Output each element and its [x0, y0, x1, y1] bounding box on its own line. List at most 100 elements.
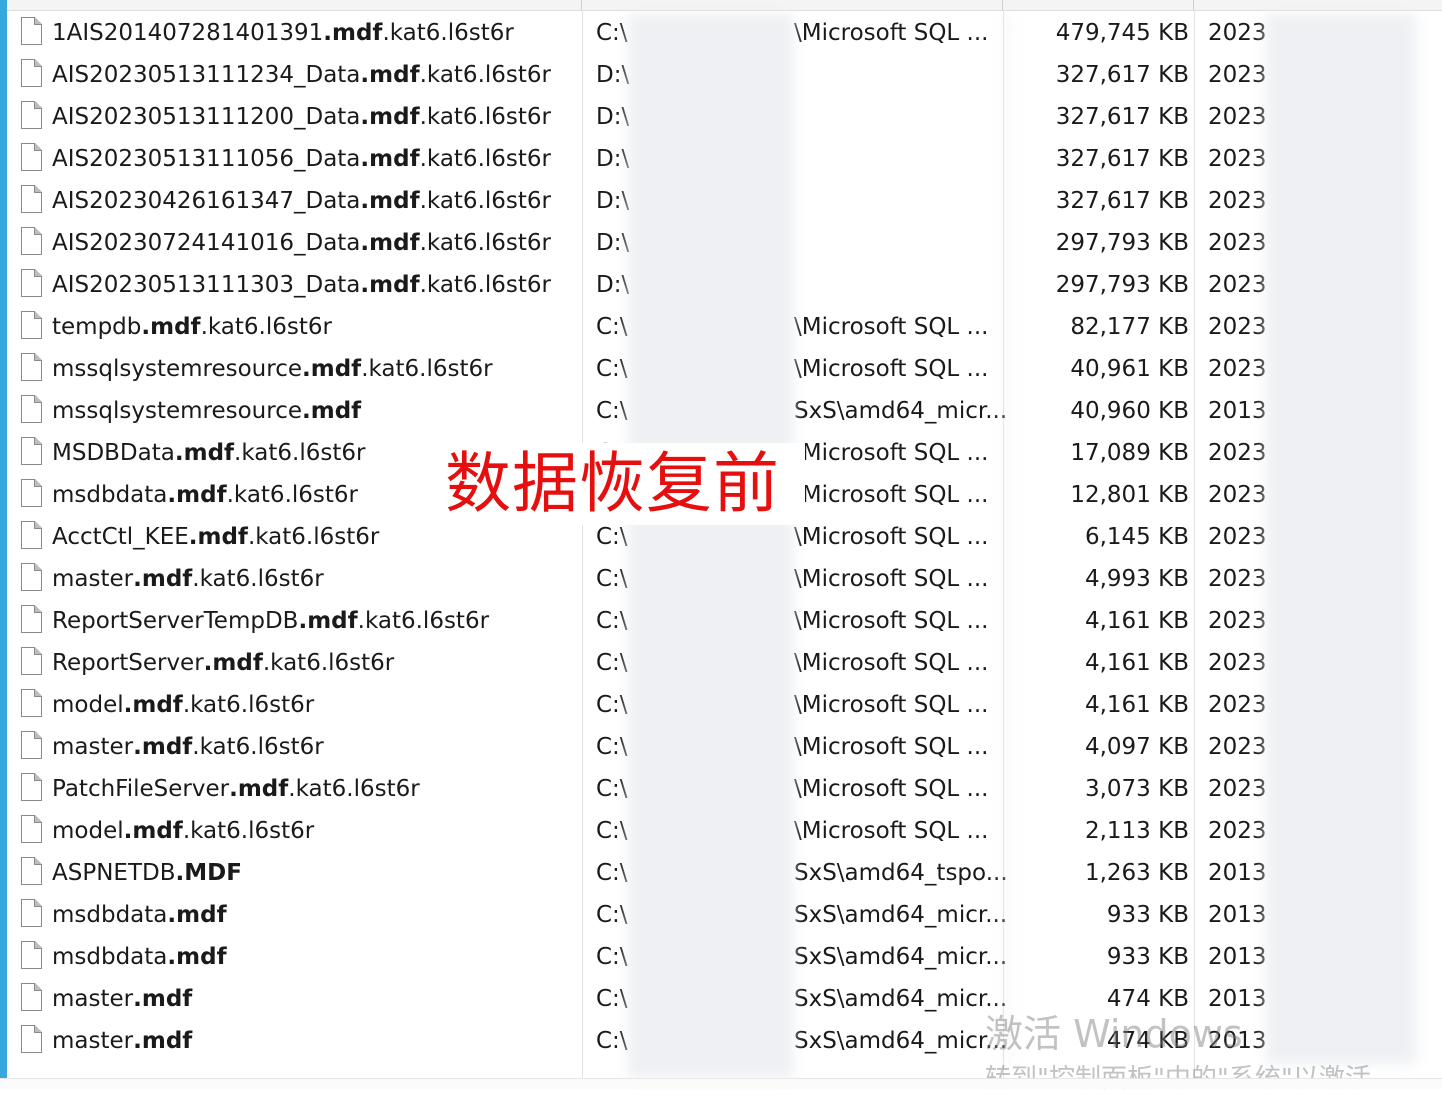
file-icon	[21, 605, 42, 633]
data-recovery-before-label: 数据恢复前	[445, 443, 805, 525]
file-name-base: ASPNETDB	[52, 860, 176, 886]
file-drive: D:\	[596, 272, 630, 298]
file-name: AIS20230513111234_Data.mdf.kat6.l6st6r	[52, 54, 551, 96]
file-folder-path: \Microsoft SQL ...	[794, 356, 989, 382]
file-drive: D:\	[596, 104, 630, 130]
file-name-extension: .mdf	[133, 566, 193, 592]
file-name-base: mssqlsystemresource	[52, 356, 302, 382]
file-name: 1AIS201407281401391.mdf.kat6.l6st6r	[52, 12, 514, 54]
file-name-suffix: .kat6.l6st6r	[357, 608, 490, 634]
file-drive: C:\	[596, 608, 628, 634]
file-drive: C:\	[596, 860, 628, 886]
file-name-base: AIS20230724141016_Data	[52, 230, 361, 256]
file-folder-path: \Microsoft SQL ...	[794, 524, 989, 550]
file-name-base: master	[52, 1028, 134, 1054]
file-name: AIS20230724141016_Data.mdf.kat6.l6st6r	[52, 222, 551, 264]
file-name-suffix: .kat6.l6st6r	[226, 482, 358, 508]
file-drive: C:\	[596, 650, 628, 676]
file-size: 4,161 KB	[1084, 608, 1189, 634]
file-size: 6,145 KB	[1084, 524, 1189, 550]
file-modified-year: 2023	[1208, 566, 1267, 592]
file-name-suffix: .kat6.l6st6r	[192, 734, 324, 760]
column-header-size[interactable]	[1003, 0, 1194, 10]
file-name: PatchFileServer.mdf.kat6.l6st6r	[52, 768, 420, 810]
file-name-base: master	[52, 566, 134, 592]
file-name-suffix: .kat6.l6st6r	[192, 566, 324, 592]
file-folder-path: \Microsoft SQL ...	[794, 650, 989, 676]
file-size: 933 KB	[1106, 902, 1189, 928]
file-name-suffix: .kat6.l6st6r	[419, 146, 551, 172]
file-name-extension: .mdf	[360, 104, 420, 130]
file-modified-year: 2023	[1208, 188, 1267, 214]
file-name-suffix: .kat6.l6st6r	[182, 692, 315, 718]
file-modified-year: 2023	[1208, 146, 1267, 172]
file-name-suffix: .kat6.l6st6r	[419, 272, 551, 298]
file-size: 297,793 KB	[1055, 272, 1189, 298]
file-name-suffix: .kat6.l6st6r	[262, 650, 395, 676]
activate-windows-watermark: 激活 Windows	[985, 1012, 1243, 1056]
file-name-base: msdbdata	[52, 902, 168, 928]
file-icon	[21, 479, 42, 507]
column-header-name[interactable]	[7, 0, 582, 10]
file-drive: C:\	[596, 1028, 628, 1054]
file-name-extension: .mdf	[360, 272, 420, 298]
file-name: mssqlsystemresource.mdf	[52, 390, 361, 432]
file-icon	[21, 185, 42, 213]
file-name: msdbdata.mdf	[52, 936, 227, 978]
column-header-folder[interactable]	[582, 0, 1003, 10]
file-name: ASPNETDB.MDF	[52, 852, 242, 894]
file-name-extension: .MDF	[175, 860, 242, 886]
file-name-suffix: .kat6.l6st6r	[247, 524, 380, 550]
file-name-extension: .mdf	[302, 356, 362, 382]
file-icon	[21, 59, 42, 87]
file-icon	[21, 437, 42, 465]
file-folder-path: \Microsoft SQL ...	[794, 776, 989, 802]
file-name-suffix: .kat6.l6st6r	[419, 104, 551, 130]
file-icon	[21, 941, 42, 969]
file-drive: D:\	[596, 146, 630, 172]
file-size: 327,617 KB	[1055, 146, 1189, 172]
column-header-modified[interactable]	[1194, 0, 1441, 10]
file-name: model.mdf.kat6.l6st6r	[52, 684, 314, 726]
file-name-base: AIS20230426161347_Data	[52, 188, 361, 214]
file-drive: C:\	[596, 776, 628, 802]
file-name-extension: .mdf	[203, 650, 263, 676]
file-name-base: AIS20230513111200_Data	[52, 104, 361, 130]
file-folder-path: SxS\amd64_micr...	[794, 1028, 1008, 1054]
file-modified-year: 2013	[1208, 902, 1267, 928]
file-name-base: tempdb	[52, 314, 142, 340]
file-folder-path: \Microsoft SQL ...	[794, 608, 989, 634]
file-name-suffix: .kat6.l6st6r	[382, 20, 514, 46]
file-name: master.mdf.kat6.l6st6r	[52, 726, 324, 768]
file-icon	[21, 227, 42, 255]
file-name-extension: .mdf	[167, 944, 227, 970]
file-drive: C:\	[596, 20, 628, 46]
file-size: 3,073 KB	[1084, 776, 1189, 802]
file-name: MSDBData.mdf.kat6.l6st6r	[52, 432, 365, 474]
file-name-base: model	[52, 818, 124, 844]
file-name-extension: .mdf	[229, 776, 289, 802]
file-icon	[21, 143, 42, 171]
file-drive: C:\	[596, 566, 628, 592]
file-name: ReportServerTempDB.mdf.kat6.l6st6r	[52, 600, 489, 642]
file-icon	[21, 311, 42, 339]
file-name: AIS20230513111056_Data.mdf.kat6.l6st6r	[52, 138, 551, 180]
file-modified-year: 2023	[1208, 314, 1267, 340]
file-name-extension: .mdf	[323, 20, 383, 46]
file-folder-path: \Microsoft SQL ...	[794, 482, 989, 508]
file-modified-year: 2023	[1208, 524, 1267, 550]
file-modified-year: 2023	[1208, 650, 1267, 676]
file-size: 12,801 KB	[1070, 482, 1189, 508]
file-name-suffix: .kat6.l6st6r	[288, 776, 420, 802]
file-drive: C:\	[596, 356, 628, 382]
file-size: 4,993 KB	[1084, 566, 1189, 592]
file-icon	[21, 983, 42, 1011]
file-name: msdbdata.mdf	[52, 894, 227, 936]
file-name-base: AcctCtl_KEE	[52, 524, 189, 550]
file-size: 327,617 KB	[1055, 62, 1189, 88]
file-modified-year: 2023	[1208, 776, 1267, 802]
file-size: 82,177 KB	[1070, 314, 1189, 340]
file-name-extension: .mdf	[360, 146, 420, 172]
file-name-base: ReportServerTempDB	[52, 608, 299, 634]
file-name-extension: .mdf	[133, 1028, 193, 1054]
